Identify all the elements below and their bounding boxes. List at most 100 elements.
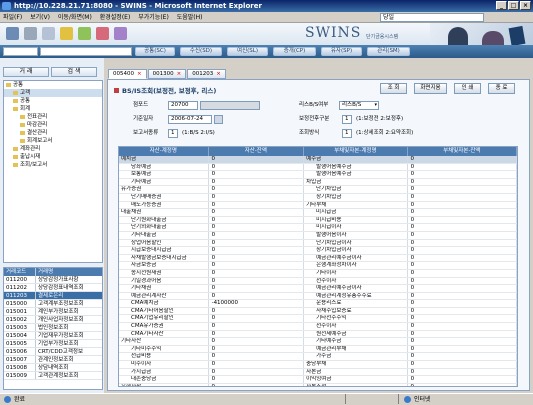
table-row[interactable]: 기타미수수익 0 예금관리부채 0 bbox=[119, 345, 517, 354]
table-row[interactable]: CMA유가증권 0 선수이자 0 bbox=[119, 323, 517, 331]
table-row[interactable]: 매도가능증권 0 기타부채 0 bbox=[119, 201, 517, 210]
lease-select[interactable]: 리스B/S bbox=[339, 101, 379, 110]
table-row[interactable]: 상업어음할인 0 단기차입금이자 0 bbox=[119, 239, 517, 248]
home-icon[interactable] bbox=[6, 27, 19, 40]
table-row[interactable]: 기타채권 0 예금관리예수금이자 0 bbox=[119, 285, 517, 293]
close-tab-icon[interactable]: × bbox=[216, 71, 221, 77]
code-list-row[interactable]: 011200 상당감정가표사항 bbox=[4, 276, 102, 284]
tree-node[interactable]: 공통 bbox=[4, 81, 102, 89]
table-row[interactable]: 단기외화대출금 0 미지급이자 0 bbox=[119, 224, 517, 232]
code-list-row[interactable]: 011202 상당감정표내역조회 bbox=[4, 284, 102, 292]
tree-node[interactable]: 전표관리 bbox=[4, 113, 102, 121]
table-row[interactable]: CMA기타자산 0 원천세예수금 0 bbox=[119, 330, 517, 339]
table-row[interactable]: 송지전원재권 0 기타이자 0 bbox=[119, 269, 517, 278]
tab-brokerage[interactable]: 증개(CP) bbox=[273, 47, 316, 56]
tab-search[interactable]: 검 색 bbox=[51, 67, 97, 77]
tree-node[interactable]: 결산관리 bbox=[4, 129, 102, 137]
table-row[interactable]: 미수이자 0 충당부채 0 bbox=[119, 361, 517, 369]
code-list-row[interactable]: 015008 상담내역조회 bbox=[4, 364, 102, 372]
table-row[interactable]: 선급비용 0 가수금 0 bbox=[119, 353, 517, 362]
maximize-button[interactable]: □ bbox=[508, 1, 519, 10]
table-row[interactable]: 유형자산 0 자본조정 0 bbox=[119, 383, 517, 386]
code-list-row[interactable]: 015002 개인사업자정보조회 bbox=[4, 316, 102, 324]
code-list-row[interactable]: 011203 결제로은리 bbox=[4, 292, 102, 300]
date-field[interactable]: 2006-07-24 bbox=[168, 115, 212, 124]
tab-transactions[interactable]: 거 래 bbox=[3, 67, 49, 77]
print-icon[interactable] bbox=[24, 27, 37, 40]
period-select[interactable]: 당일 bbox=[380, 13, 484, 22]
table-row[interactable]: 예치금 0 예수금 0 bbox=[119, 156, 517, 164]
table-row[interactable]: 기타대출금 0 발행어음이자 0 bbox=[119, 231, 517, 240]
table-row[interactable]: 가지급금 0 자본금 0 bbox=[119, 368, 517, 377]
code-list-row[interactable]: 015007 관계인정보조회 bbox=[4, 356, 102, 364]
table-row[interactable]: 유가증권 0 단기차입금 0 bbox=[119, 186, 517, 194]
tree-node[interactable]: 출납시재 bbox=[4, 153, 102, 161]
asset-account-cell: 보통예금 bbox=[119, 171, 209, 178]
branch-code-field[interactable]: 20700 bbox=[168, 101, 198, 110]
screen-tab[interactable]: 001203 × bbox=[187, 69, 226, 79]
minimize-button[interactable]: _ bbox=[496, 1, 507, 10]
screen-search-input[interactable] bbox=[40, 47, 132, 56]
code-list-row[interactable]: 015004 기업재무가정보조회 bbox=[4, 332, 102, 340]
code-list-row[interactable]: 015009 고객관계정보조회 bbox=[4, 372, 102, 380]
code-list-row[interactable]: 015006 CRT/CDD고객정보 bbox=[4, 348, 102, 356]
adjust-field[interactable]: 1 bbox=[342, 115, 352, 124]
table-row[interactable]: 단기매매증권 0 장기차입금 0 bbox=[119, 193, 517, 202]
tab-securities[interactable]: 유자(SP) bbox=[321, 47, 362, 56]
calendar-picker-icon[interactable] bbox=[214, 115, 223, 124]
table-row[interactable]: 기타예금 0 차입금 0 bbox=[119, 178, 517, 187]
tab-common[interactable]: 공통(SC) bbox=[135, 47, 175, 56]
table-row[interactable]: 대손충당금 0 이익잉여금 0 bbox=[119, 376, 517, 384]
report-field[interactable]: 1 bbox=[168, 129, 178, 138]
table-row[interactable]: 대출채권 0 미지급금 0 bbox=[119, 209, 517, 217]
menu-extras[interactable]: 부가기능(E) bbox=[135, 12, 172, 23]
table-row[interactable]: CMA예치금 -4100000 운용리스료 0 bbox=[119, 300, 517, 308]
tab-loan[interactable]: 여신(SL) bbox=[227, 47, 268, 56]
folder-icon[interactable] bbox=[60, 27, 73, 40]
screen-tab[interactable]: 001300 × bbox=[147, 69, 187, 79]
print-button[interactable]: 인 쇄 bbox=[454, 83, 481, 94]
clear-screen-button[interactable]: 화면지움 bbox=[414, 83, 447, 94]
exit-button[interactable]: 종 료 bbox=[488, 83, 515, 94]
table-row[interactable]: 단기원화대출금 0 미지급비용 0 bbox=[119, 216, 517, 225]
code-list-row[interactable]: 015003 법인정보조회 bbox=[4, 324, 102, 332]
menu-help[interactable]: 도움말(H) bbox=[174, 12, 206, 23]
tab-deposit[interactable]: 수신(SD) bbox=[180, 47, 222, 56]
code-list-row[interactable]: 015001 계인부가정보조회 bbox=[4, 308, 102, 316]
menu-navigate[interactable]: 이동/화면(M) bbox=[55, 12, 95, 23]
tree-node[interactable]: 계좌관리 bbox=[4, 145, 102, 153]
table-row[interactable]: 사채발행금보증대지급금 0 예금관리예수금이자 0 bbox=[119, 254, 517, 263]
code-list-row[interactable]: 015005 기업부가정보조회 bbox=[4, 340, 102, 348]
close-tab-icon[interactable]: × bbox=[137, 71, 142, 77]
table-row[interactable]: 당좌예금 0 발행어음예수금 0 bbox=[119, 163, 517, 172]
tree-node[interactable]: 회계 bbox=[4, 105, 102, 113]
table-row[interactable]: 기일경과어음 0 선수이자 0 bbox=[119, 277, 517, 286]
search-button[interactable]: 조 회 bbox=[380, 83, 407, 94]
menu-settings[interactable]: 환경설정(E) bbox=[97, 12, 134, 23]
tree-node[interactable]: 마감관리 bbox=[4, 121, 102, 129]
tab-management[interactable]: 관리(SM) bbox=[367, 47, 410, 56]
menu-view[interactable]: 보기(V) bbox=[27, 12, 53, 23]
code-list-row[interactable]: 015000 고객계부조정보조회 bbox=[4, 300, 102, 308]
table-row[interactable]: 보통예금 0 발행어음예수금 0 bbox=[119, 171, 517, 179]
tree-node[interactable]: 회계보고서 bbox=[4, 137, 102, 145]
table-row[interactable]: CMA기업유리할인 0 기타선수수익 0 bbox=[119, 315, 517, 324]
globe-icon[interactable] bbox=[78, 27, 91, 40]
users-icon[interactable] bbox=[114, 27, 127, 40]
tree-node[interactable]: 공통 bbox=[4, 97, 102, 105]
tree-node[interactable]: 고객 bbox=[4, 89, 102, 97]
table-row[interactable]: 자금보증금 0 은행계좌정차이자 0 bbox=[119, 262, 517, 270]
close-window-button[interactable]: × bbox=[520, 1, 531, 10]
table-row[interactable]: 지급보증대지급금 0 장기차입금이자 0 bbox=[119, 247, 517, 255]
code-input[interactable] bbox=[3, 47, 38, 56]
table-row[interactable]: 예금관리계자산 0 예금관리계정유총수수료 0 bbox=[119, 292, 517, 301]
query-field[interactable]: 1 bbox=[342, 129, 352, 138]
screen-tab[interactable]: 005400 × bbox=[108, 69, 147, 79]
calendar-icon[interactable] bbox=[42, 27, 55, 40]
tree-node[interactable]: 조회/보고서 bbox=[4, 161, 102, 169]
menu-file[interactable]: 파일(F) bbox=[0, 12, 25, 23]
star-icon[interactable] bbox=[96, 27, 109, 40]
table-row[interactable]: CMA기타어음할인 0 사채수입보증료 0 bbox=[119, 307, 517, 316]
table-row[interactable]: 기타자산 0 기타예수금 0 bbox=[119, 338, 517, 346]
close-tab-icon[interactable]: × bbox=[177, 71, 182, 77]
